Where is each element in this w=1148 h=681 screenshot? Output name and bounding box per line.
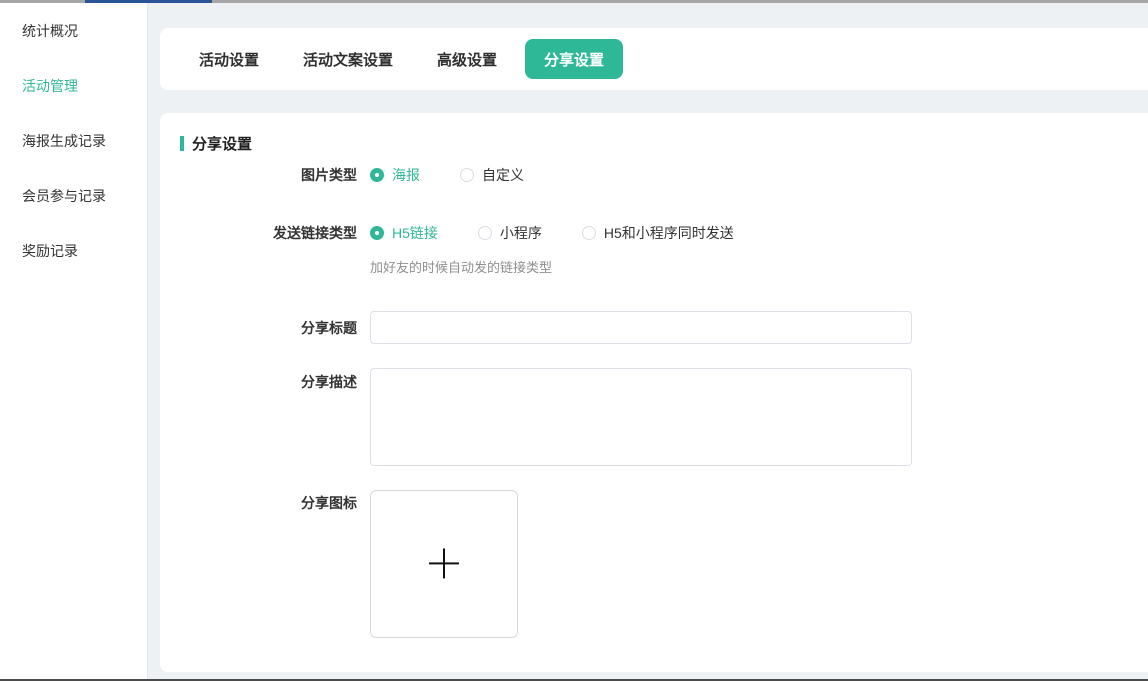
link-type-row: 发送链接类型 H5链接 小程序 H5和小程序同时发送	[160, 223, 734, 243]
radio-option-h5-link[interactable]: H5链接	[370, 223, 438, 243]
share-title-label: 分享标题	[160, 318, 357, 338]
share-description-row: 分享描述	[160, 368, 912, 466]
share-title-row: 分享标题	[160, 311, 912, 344]
upload-image-button[interactable]	[370, 490, 518, 638]
top-scrollbar-thumb[interactable]	[85, 0, 212, 3]
radio-option-mini-program[interactable]: 小程序	[478, 223, 542, 243]
tab-activity-copy-settings[interactable]: 活动文案设置	[303, 49, 393, 70]
link-type-hint: 加好友的时候自动发的链接类型	[370, 260, 552, 276]
share-description-label: 分享描述	[160, 368, 357, 392]
link-type-label: 发送链接类型	[160, 223, 357, 243]
radio-unchecked-icon[interactable]	[460, 168, 474, 182]
sidebar: 统计概况 活动管理 海报生成记录 会员参与记录 奖励记录	[0, 3, 148, 681]
section-accent-bar	[180, 136, 184, 151]
share-icon-control	[370, 490, 518, 638]
share-settings-panel: 分享设置 图片类型 海报 自定义 发送链接类型 H5链接	[160, 113, 1148, 672]
radio-label-h5-and-mini-program: H5和小程序同时发送	[604, 223, 734, 243]
sidebar-item-reward-records[interactable]: 奖励记录	[0, 223, 147, 278]
radio-label-custom: 自定义	[482, 165, 524, 185]
top-scrollbar-track[interactable]	[0, 0, 1148, 3]
sidebar-item-poster-generation-records[interactable]: 海报生成记录	[0, 113, 147, 168]
share-icon-label: 分享图标	[160, 490, 357, 513]
section-header: 分享设置	[180, 133, 252, 154]
radio-option-custom[interactable]: 自定义	[460, 165, 524, 185]
radio-checked-icon[interactable]	[370, 168, 384, 182]
tab-advanced-settings[interactable]: 高级设置	[437, 49, 497, 70]
radio-unchecked-icon[interactable]	[582, 226, 596, 240]
share-description-control	[370, 368, 912, 466]
sidebar-item-stats-overview[interactable]: 统计概况	[0, 3, 147, 58]
radio-label-poster: 海报	[392, 165, 420, 185]
share-icon-row: 分享图标	[160, 490, 518, 638]
tab-share-settings[interactable]: 分享设置	[525, 39, 623, 79]
image-type-label: 图片类型	[160, 165, 357, 185]
image-type-options: 海报 自定义	[370, 165, 524, 185]
radio-unchecked-icon[interactable]	[478, 226, 492, 240]
radio-option-h5-and-mini-program[interactable]: H5和小程序同时发送	[582, 223, 734, 243]
share-title-control	[370, 311, 912, 344]
app-screen: 统计概况 活动管理 海报生成记录 会员参与记录 奖励记录 活动设置 活动文案设置…	[0, 0, 1148, 681]
sidebar-item-activity-management[interactable]: 活动管理	[0, 58, 147, 113]
share-title-input[interactable]	[370, 311, 912, 344]
radio-label-mini-program: 小程序	[500, 223, 542, 243]
sidebar-item-member-participation-records[interactable]: 会员参与记录	[0, 168, 147, 223]
plus-icon	[429, 548, 459, 578]
share-description-textarea[interactable]	[370, 368, 912, 466]
link-type-options: H5链接 小程序 H5和小程序同时发送	[370, 223, 734, 243]
tab-activity-settings[interactable]: 活动设置	[199, 49, 259, 70]
radio-option-poster[interactable]: 海报	[370, 165, 420, 185]
radio-label-h5-link: H5链接	[392, 223, 438, 243]
tab-bar: 活动设置 活动文案设置 高级设置 分享设置	[160, 28, 1148, 90]
section-title: 分享设置	[192, 133, 252, 154]
image-type-row: 图片类型 海报 自定义	[160, 165, 524, 185]
radio-checked-icon[interactable]	[370, 226, 384, 240]
